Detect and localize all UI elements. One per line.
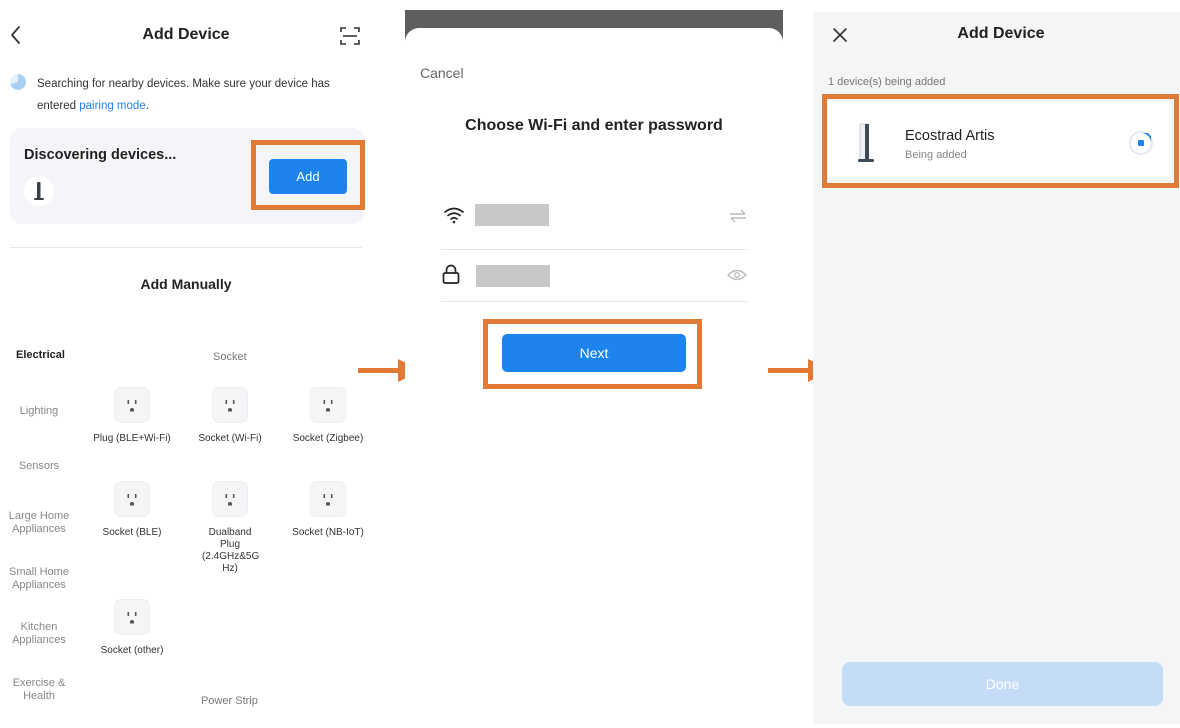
tile-label: Socket (BLE) — [102, 527, 162, 538]
tile-label: Socket (NB-IoT) — [292, 527, 364, 538]
category-electrical[interactable]: Electrical — [2, 349, 74, 362]
device-tile-socket-other[interactable]: Socket (other) — [82, 600, 182, 657]
device-tile-plug-ble-wifi[interactable]: Plug (BLE+Wi-Fi) — [82, 388, 182, 445]
tile-label: Socket (Wi-Fi) — [198, 433, 262, 444]
device-tile-socket-zigbee[interactable]: Socket (Zigbee) — [278, 388, 378, 445]
category-large-home-appliances[interactable]: Large Home Appliances — [0, 510, 78, 536]
category-sensors[interactable]: Sensors — [0, 460, 78, 473]
add-manually-title: Add Manually — [140, 276, 232, 292]
device-tile-dualband-plug[interactable]: Dualband Plug (2.4GHz&5G Hz) — [180, 482, 280, 575]
adding-device-screen: Add Device 1 device(s) being added Ecost… — [813, 12, 1180, 724]
discovering-title: Discovering devices... — [24, 147, 177, 163]
scan-icon[interactable] — [338, 24, 362, 48]
discovered-device-icon — [24, 176, 54, 206]
pairing-mode-link[interactable]: pairing mode — [79, 100, 145, 112]
lock-icon — [442, 264, 460, 284]
highlight-box — [483, 319, 702, 389]
socket-icon — [311, 388, 345, 422]
cancel-button[interactable]: Cancel — [420, 65, 464, 81]
searching-spinner-icon — [10, 74, 26, 90]
devices-count: 1 device(s) being added — [828, 76, 946, 88]
highlight-box — [251, 140, 365, 210]
done-button[interactable]: Done — [842, 662, 1163, 706]
divider — [441, 249, 747, 250]
add-device-screen: Add Device Searching for nearby devices.… — [0, 0, 372, 724]
wifi-setup-screen: Cancel Choose Wi-Fi and enter password N… — [405, 10, 783, 728]
device-tile-socket-ble[interactable]: Socket (BLE) — [82, 482, 182, 539]
socket-icon — [115, 388, 149, 422]
category-exercise-health[interactable]: Exercise & Health — [0, 677, 78, 703]
section-power-strip-label: Power Strip — [201, 695, 258, 707]
highlight-box — [822, 94, 1179, 188]
socket-icon — [213, 482, 247, 516]
tile-label: Socket (Zigbee) — [292, 433, 364, 444]
divider — [441, 301, 747, 302]
category-small-home-appliances[interactable]: Small Home Appliances — [0, 566, 78, 592]
device-tile-socket-nb-iot[interactable]: Socket (NB-IoT) — [278, 482, 378, 539]
wifi-icon — [444, 207, 464, 224]
category-lighting[interactable]: Lighting — [0, 405, 78, 418]
section-socket-label: Socket — [213, 351, 247, 363]
wifi-ssid-field[interactable] — [475, 204, 549, 226]
socket-icon — [311, 482, 345, 516]
tile-label: Dualband Plug (2.4GHz&5G Hz) — [202, 527, 260, 574]
tile-label: Plug (BLE+Wi-Fi) — [93, 433, 171, 444]
wifi-title: Choose Wi-Fi and enter password — [465, 117, 723, 134]
show-password-icon[interactable] — [727, 269, 747, 281]
socket-icon — [213, 388, 247, 422]
divider — [10, 247, 362, 248]
switch-network-icon[interactable] — [729, 209, 747, 223]
socket-icon — [115, 482, 149, 516]
device-tile-socket-wifi[interactable]: Socket (Wi-Fi) — [180, 388, 280, 445]
socket-icon — [115, 600, 149, 634]
category-kitchen-appliances[interactable]: Kitchen Appliances — [0, 621, 78, 647]
page-title: Add Device — [142, 26, 230, 43]
search-hint: Searching for nearby devices. Make sure … — [37, 78, 330, 112]
tile-label: Socket (other) — [100, 645, 164, 656]
wifi-password-field[interactable] — [476, 265, 550, 287]
page-title: Add Device — [957, 25, 1045, 42]
